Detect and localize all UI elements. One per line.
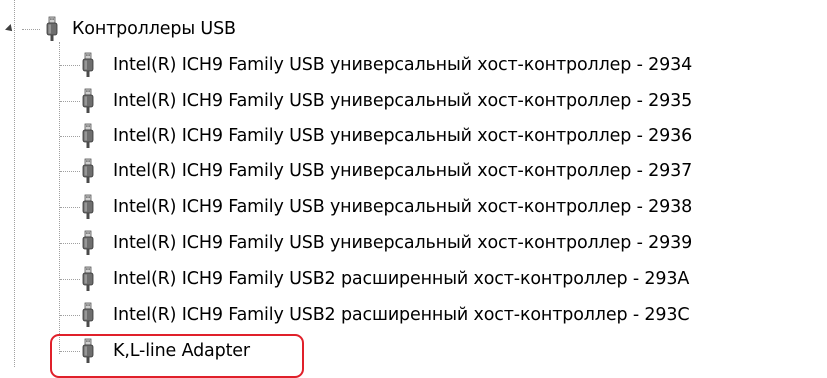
tree-connector [60, 101, 80, 102]
tree-connector [60, 136, 80, 137]
usb-plug-icon [46, 16, 58, 41]
tree-node-device[interactable]: Intel(R) ICH9 Family USB универсальный х… [0, 226, 827, 260]
usb-plug-icon [82, 302, 94, 327]
tree-node-usb-controllers[interactable]: Контроллеры USB [0, 12, 827, 46]
usb-plug-icon [82, 52, 94, 77]
tree-node-label: Intel(R) ICH9 Family USB универсальный х… [113, 233, 693, 253]
tree-connector [60, 207, 80, 208]
tree-node-device[interactable]: Intel(R) ICH9 Family USB универсальный х… [0, 154, 827, 188]
tree-connector [22, 29, 40, 30]
tree-node-device[interactable]: Intel(R) ICH9 Family USB универсальный х… [0, 119, 827, 153]
tree-connector [60, 315, 80, 316]
tree-connector [60, 279, 80, 280]
device-manager-tree: Контроллеры USB Intel(R) ICH9 Family USB… [0, 0, 827, 378]
collapse-arrow-icon[interactable] [5, 24, 15, 34]
tree-node-device[interactable]: Intel(R) ICH9 Family USB универсальный х… [0, 190, 827, 224]
tree-node-label: Intel(R) ICH9 Family USB универсальный х… [113, 55, 693, 75]
tree-node-label: Intel(R) ICH9 Family USB универсальный х… [113, 91, 693, 111]
tree-node-label: Intel(R) ICH9 Family USB2 расширенный хо… [113, 305, 690, 325]
tree-node-device[interactable]: Intel(R) ICH9 Family USB2 расширенный хо… [0, 298, 827, 332]
usb-plug-icon [82, 123, 94, 148]
tree-connector [60, 65, 80, 66]
tree-node-label: Intel(R) ICH9 Family USB2 расширенный хо… [113, 269, 690, 289]
tree-node-label: Intel(R) ICH9 Family USB универсальный х… [113, 197, 693, 217]
tree-node-device[interactable]: Intel(R) ICH9 Family USB универсальный х… [0, 84, 827, 118]
tree-node-label: Intel(R) ICH9 Family USB универсальный х… [113, 161, 693, 181]
tree-node-label: Intel(R) ICH9 Family USB универсальный х… [113, 126, 693, 146]
tree-connector [60, 171, 80, 172]
tree-node-device[interactable]: Intel(R) ICH9 Family USB2 расширенный хо… [0, 262, 827, 296]
usb-plug-icon [82, 266, 94, 291]
usb-plug-icon [82, 194, 94, 219]
usb-plug-icon [82, 88, 94, 113]
usb-plug-icon [82, 230, 94, 255]
tree-node-label: Контроллеры USB [72, 19, 236, 39]
tree-node-device[interactable]: Intel(R) ICH9 Family USB универсальный х… [0, 48, 827, 82]
usb-plug-icon [82, 158, 94, 183]
highlight-annotation-box [50, 334, 304, 378]
tree-connector [60, 243, 80, 244]
